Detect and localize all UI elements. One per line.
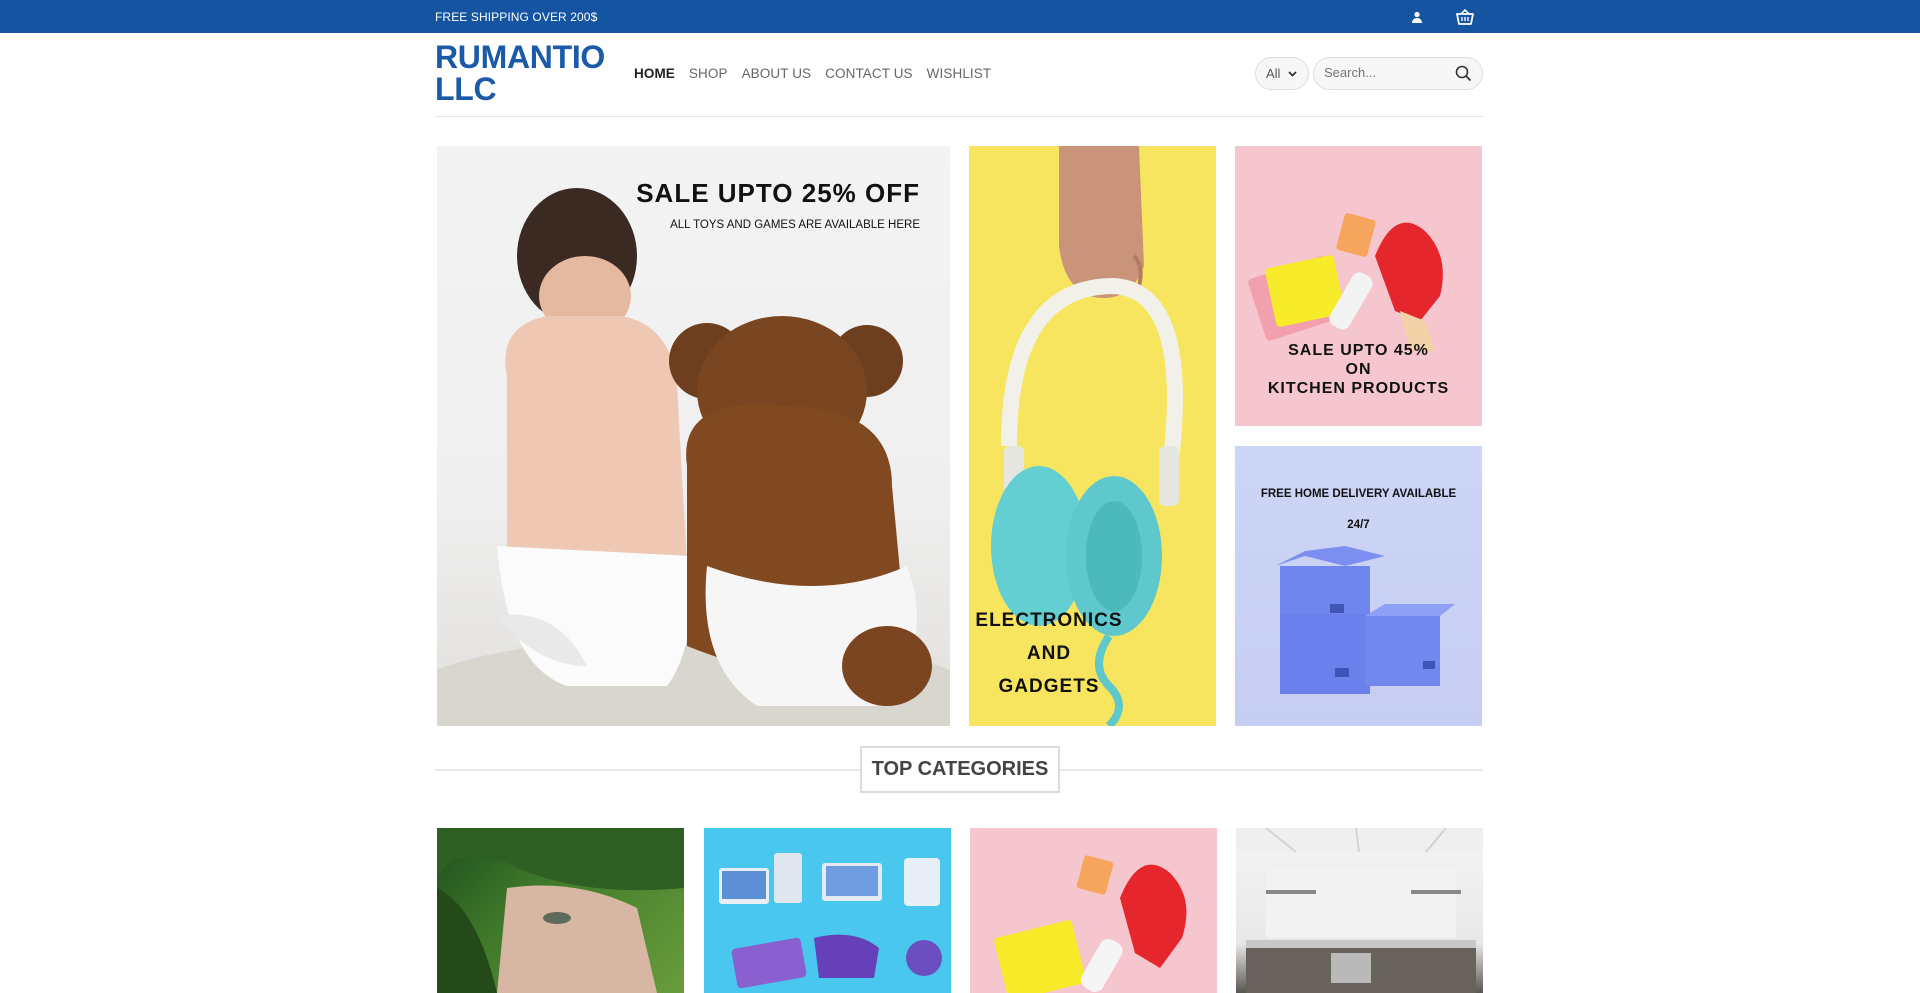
- electronics-line-1: ELECTRONICS: [975, 610, 1123, 631]
- category-card-beauty[interactable]: [437, 828, 684, 993]
- logo-line-2: LLC: [435, 71, 497, 107]
- chevron-down-icon: [1287, 67, 1298, 82]
- site-header: RUMANTIO LLC HOME SHOP ABOUT US CONTACT …: [435, 33, 1483, 117]
- free-shipping-text: FREE SHIPPING OVER 200$: [435, 10, 598, 24]
- nav-contact-us[interactable]: CONTACT US: [825, 66, 913, 81]
- nav-wishlist[interactable]: WISHLIST: [927, 66, 992, 81]
- kitchen-line-2: ON: [1345, 361, 1372, 378]
- banner-delivery[interactable]: FREE HOME DELIVERY AVAILABLE 24/7: [1235, 446, 1482, 726]
- kitchen-items-image: [994, 855, 1187, 993]
- top-categories-section: TOP CATEGORIES: [435, 746, 1483, 794]
- category-select[interactable]: All: [1255, 57, 1309, 90]
- kitchen-banner-title: SALE UPTO 45% ON KITCHEN PRODUCTS: [1235, 341, 1482, 398]
- kitchen-interior-image: [1236, 828, 1483, 993]
- user-icon[interactable]: [1406, 6, 1428, 28]
- category-select-value: All: [1266, 66, 1281, 81]
- electronics-line-3: GADGETS: [998, 676, 1100, 697]
- search-box: [1313, 57, 1483, 90]
- electronics-line-2: AND: [1026, 643, 1072, 664]
- category-card-electronics[interactable]: [704, 828, 951, 993]
- baby-with-teddy-bear-image: [437, 188, 950, 726]
- nav-shop[interactable]: SHOP: [689, 66, 728, 81]
- banner-electronics[interactable]: ELECTRONICS AND GADGETS: [969, 146, 1216, 726]
- banner-kitchen[interactable]: SALE UPTO 45% ON KITCHEN PRODUCTS: [1235, 146, 1482, 426]
- delivery-banner-subtitle: 24/7: [1347, 519, 1370, 531]
- top-bar: FREE SHIPPING OVER 200$: [0, 0, 1920, 33]
- electronics-banner-title: ELECTRONICS AND GADGETS: [969, 604, 1129, 703]
- kitchen-line-1: SALE UPTO 45%: [1288, 342, 1429, 359]
- search-input[interactable]: [1324, 65, 1444, 80]
- logo-line-1: RUMANTIO: [435, 39, 606, 75]
- nav-about-us[interactable]: ABOUT US: [742, 66, 812, 81]
- site-logo[interactable]: RUMANTIO LLC: [435, 41, 605, 105]
- main-nav: HOME SHOP ABOUT US CONTACT US WISHLIST: [634, 66, 1005, 81]
- toys-banner-title: SALE UPTO 25% OFF: [636, 178, 920, 208]
- computers-devices-image: [719, 853, 942, 989]
- banner-toys[interactable]: SALE UPTO 25% OFF ALL TOYS AND GAMES ARE…: [437, 146, 950, 726]
- category-card-home[interactable]: [1236, 828, 1483, 993]
- toys-banner-subtitle: ALL TOYS AND GAMES ARE AVAILABLE HERE: [670, 219, 920, 231]
- basket-icon[interactable]: [1454, 6, 1476, 28]
- woman-with-leaf-image: [437, 828, 684, 993]
- search-icon[interactable]: [1455, 65, 1472, 87]
- top-categories-heading: TOP CATEGORIES: [860, 746, 1060, 793]
- kitchen-line-3: KITCHEN PRODUCTS: [1267, 380, 1450, 397]
- delivery-banner-title: FREE HOME DELIVERY AVAILABLE: [1260, 488, 1457, 500]
- nav-home[interactable]: HOME: [634, 66, 675, 81]
- category-card-kitchen[interactable]: [970, 828, 1217, 993]
